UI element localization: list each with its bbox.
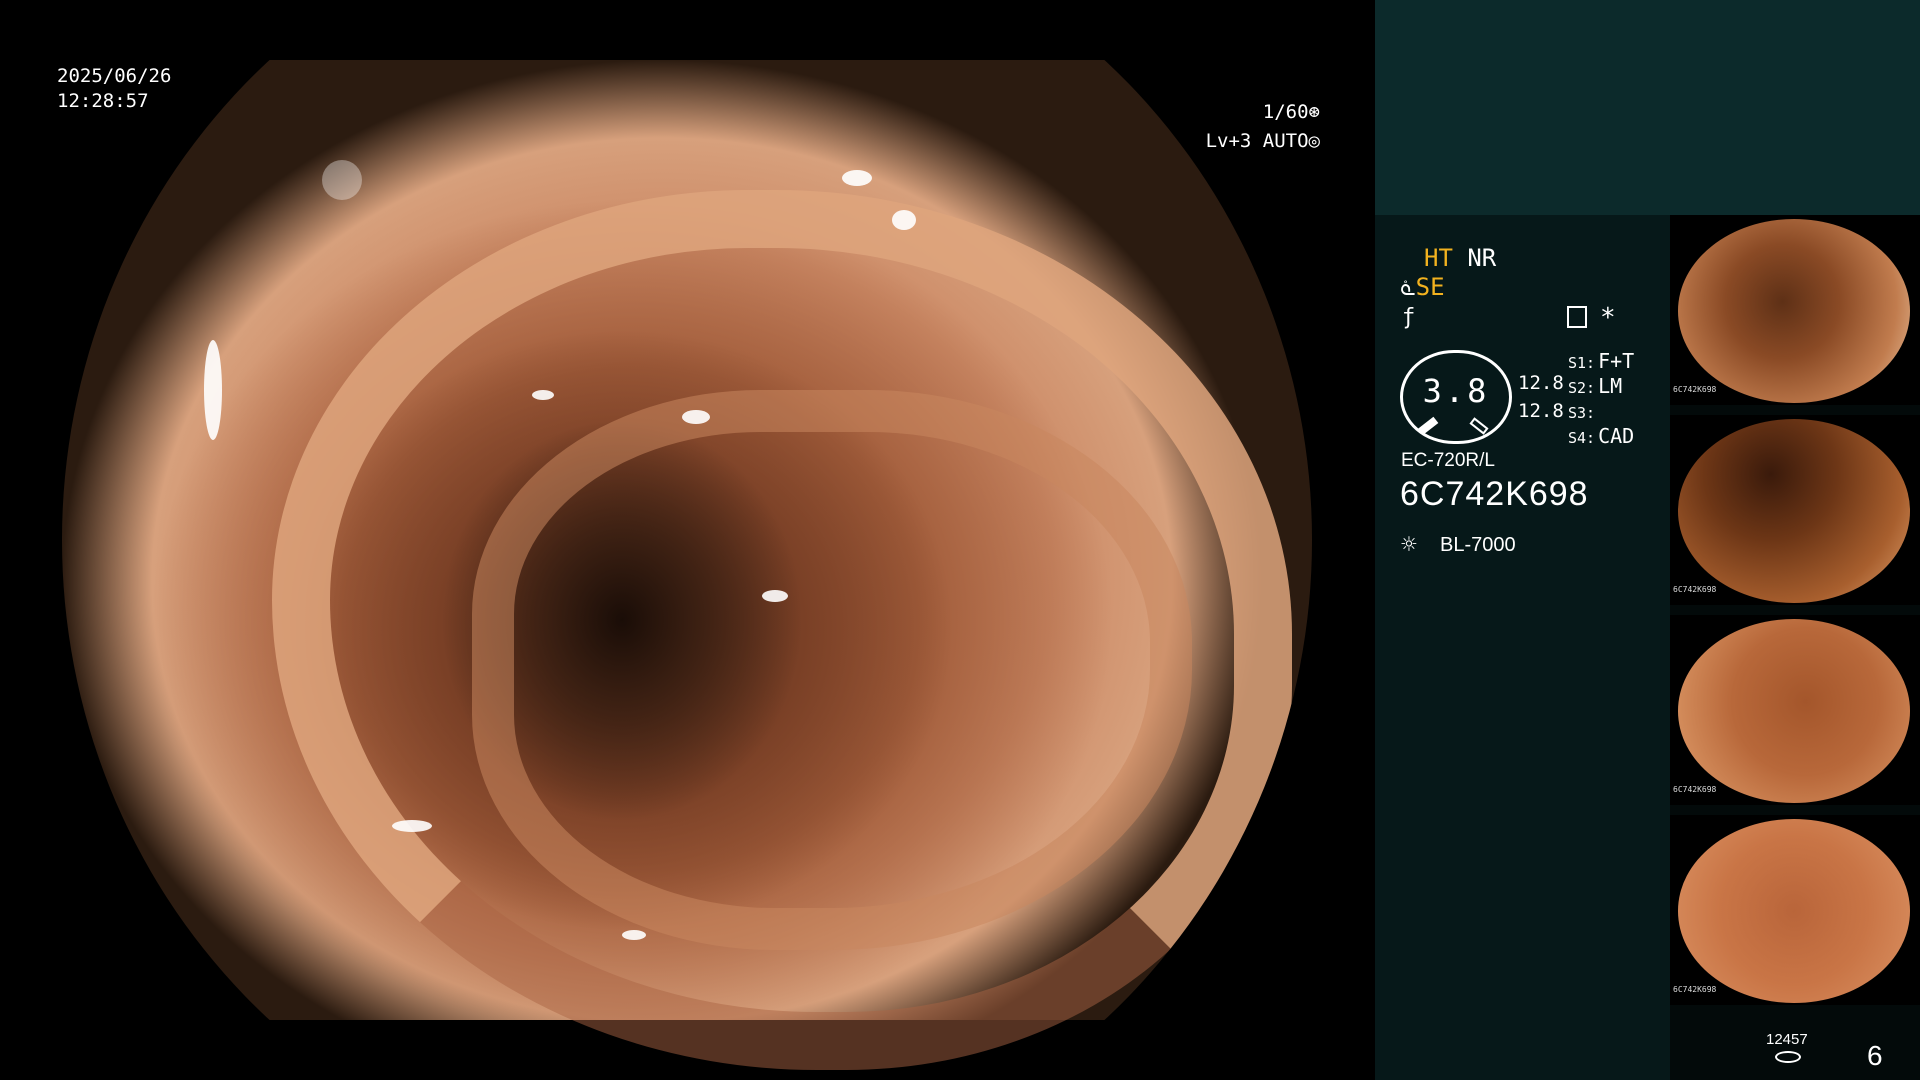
shutter-icon: ⊛ [1308,101,1320,123]
ht-mode: HT [1424,244,1453,272]
glint [842,170,872,186]
exposure-info: 1/60⊛ Lv+3 AUTO◎ [1120,98,1320,156]
thumbnail-image [1678,819,1910,1003]
gauge-value: 3.8 [1422,372,1490,410]
endoscope-live-image [62,60,1312,1070]
switch-row: S3: [1568,399,1598,423]
switch-key: S2: [1568,379,1596,397]
switch-row: S4: CAD [1568,424,1634,448]
value-top: 12.8 [1518,372,1564,394]
info-panel [1375,215,1670,1080]
disk-icon [1775,1051,1801,1063]
scope-icon: ᢼ [1400,276,1416,301]
thumbnail[interactable]: 6C742K698 [1670,215,1920,405]
se-mode: SE [1415,273,1445,301]
image-count: 12457 [1766,1031,1808,1048]
thumbnail-image [1678,619,1910,803]
switch-key: S1: [1568,354,1596,372]
thumbnail-image [1678,419,1910,603]
nr-mode: NR [1467,244,1497,272]
auto-icon: ◎ [1308,130,1320,152]
enhancement-modes: HT NR [1424,244,1496,272]
star-indicator: * [1600,303,1616,333]
panel-header-area [1375,0,1920,215]
light-icon: ☼ [1401,530,1417,560]
switch-row: S1: F+T [1568,349,1634,373]
glint [762,590,788,602]
value-bottom: 12.8 [1518,400,1564,422]
thumbnail-image [1678,219,1910,403]
glint [892,210,916,230]
switch-key: S3: [1568,404,1596,422]
f-icon: ƒ [1402,305,1416,330]
thumbnail[interactable]: 6C742K698 [1670,815,1920,1005]
level-text: Lv+3 AUTO [1205,130,1309,152]
thumbnail-caption: 6C742K698 [1673,785,1717,794]
glint [322,160,362,200]
thumbnail[interactable]: 6C742K698 [1670,415,1920,605]
thumbnail-caption: 6C742K698 [1673,385,1717,394]
light-source: BL-7000 [1440,534,1516,556]
switch-key: S4: [1568,429,1596,447]
switch-row: S2: LM [1568,374,1622,398]
date-text: 2025/06/26 [57,65,172,87]
glint [204,340,222,440]
thumbnail[interactable]: 6C742K698 [1670,615,1920,805]
mucosal-fold-inner [472,390,1192,950]
page-number: 6 [1867,1040,1883,1071]
timestamp: 2025/06/26 12:28:57 [57,64,171,114]
scope-model: EC-720R/L [1401,450,1495,471]
record-icon [1567,306,1587,328]
thumbnail-caption: 6C742K698 [1673,585,1717,594]
switch-value: CAD [1598,424,1635,448]
switch-value: F+T [1598,349,1635,373]
time-text: 12:28:57 [57,90,149,112]
scope-serial: 6C742K698 [1400,475,1589,513]
glint [682,410,710,424]
glint [392,820,432,832]
glint [532,390,554,400]
thumbnail-caption: 6C742K698 [1673,985,1717,994]
glint [622,930,646,940]
switch-value: LM [1598,374,1623,398]
shutter-text: 1/60 [1262,101,1309,123]
se-mode-row: ᢼSE [1400,273,1445,301]
